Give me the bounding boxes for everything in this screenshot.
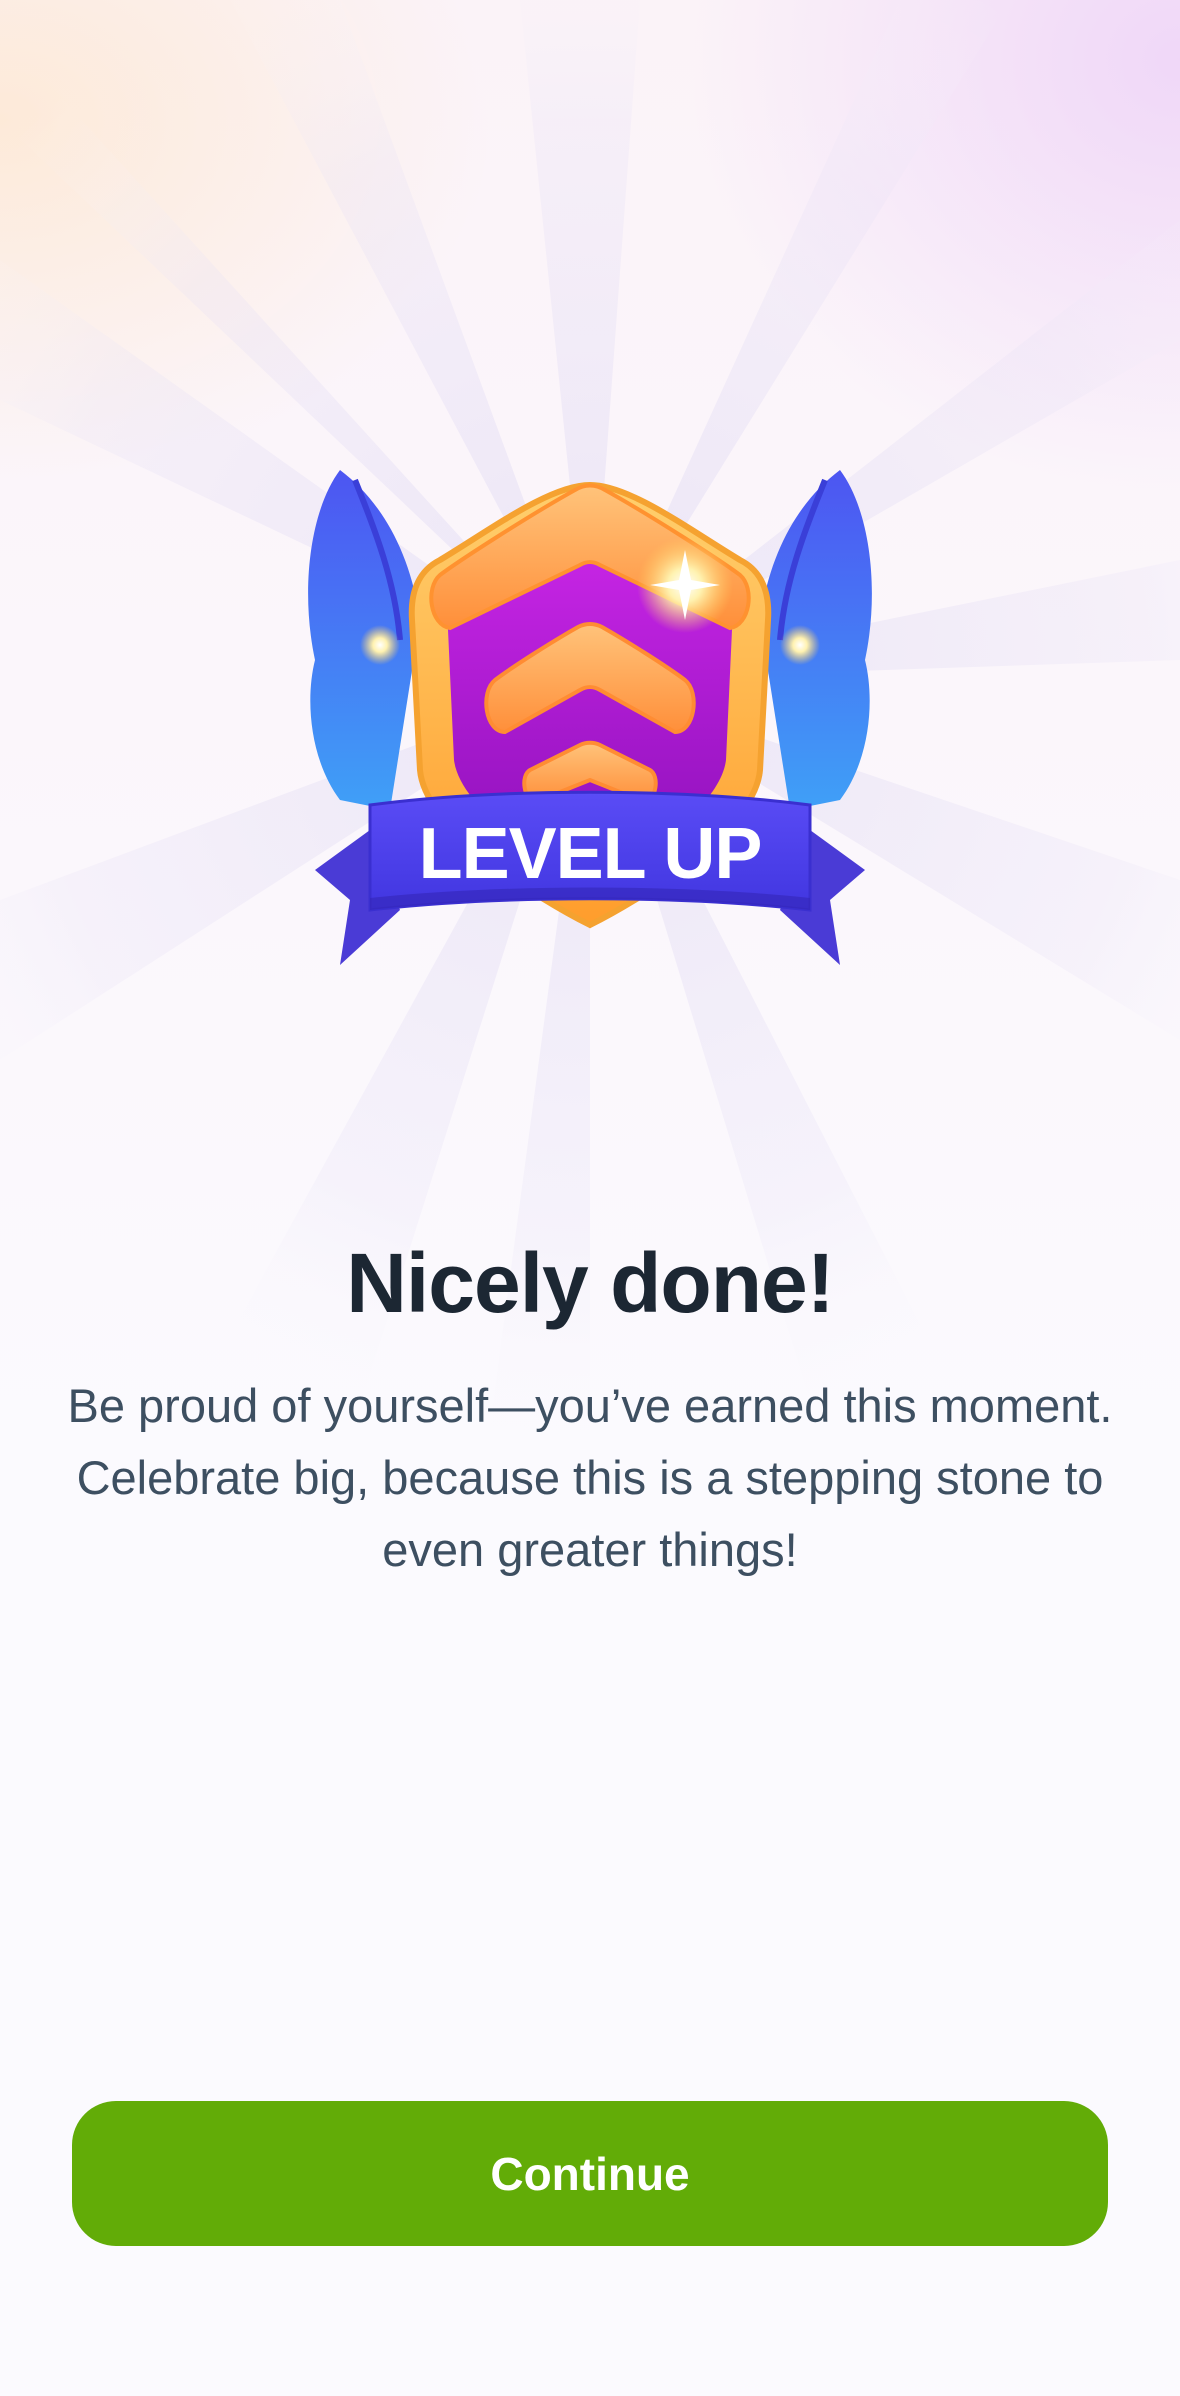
message-line-2: Celebrate big, because this is a steppin… [76,1451,1104,1504]
level-up-badge-icon: LEVEL UP [308,470,872,965]
page-title: Nicely done! [346,1236,834,1330]
badge-ribbon-text: LEVEL UP [419,814,762,894]
message-body: Be proud of yourself—you’ve earned this … [60,1370,1120,1586]
continue-button[interactable]: Continue [72,2101,1108,2246]
message-line-1: Be proud of yourself—you’ve earned this … [67,1379,1113,1432]
message-line-3: even greater things! [382,1523,798,1576]
